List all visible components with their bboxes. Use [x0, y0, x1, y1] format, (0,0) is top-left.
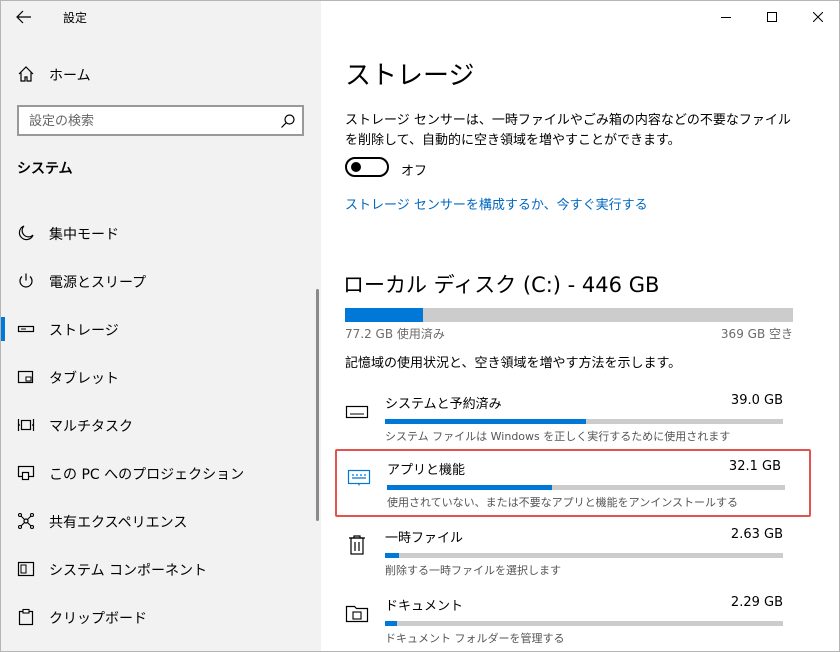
- category-size: 2.29 GB: [730, 595, 783, 610]
- sidebar-item-label: 電源とスリープ: [49, 275, 147, 291]
- clipboard-icon: [18, 608, 34, 626]
- category-size: 2.63 GB: [730, 527, 783, 542]
- sidebar-item-clipboard[interactable]: クリップボード: [1, 597, 321, 637]
- sidebar-item-projection[interactable]: この PC へのプロジェクション: [1, 453, 321, 493]
- category-description: 使用されていない、または不要なアプリと機能をアンインストールする: [387, 496, 739, 509]
- disk-title: ローカル ディスク (C:) - 446 GB: [343, 273, 660, 297]
- sidebar-item-system-components[interactable]: システム コンポーネント: [1, 549, 321, 589]
- category-system-reserved[interactable]: システムと予約済み 39.0 GB システム ファイルは Windows を正し…: [335, 385, 811, 453]
- category-name: 一時ファイル: [385, 531, 464, 546]
- window-controls: [703, 1, 839, 33]
- active-indicator: [1, 317, 5, 341]
- disk-used-label: 77.2 GB 使用済み: [345, 327, 445, 341]
- sidebar-item-power-sleep[interactable]: 電源とスリープ: [1, 261, 321, 301]
- monitor-keyboard-icon: [347, 469, 371, 486]
- category-usage-fill: [385, 553, 399, 558]
- category-name: システムと予約済み: [385, 397, 502, 412]
- sidebar-item-label: この PC へのプロジェクション: [49, 467, 245, 483]
- moon-icon: [18, 225, 34, 241]
- sidebar-item-focus-assist[interactable]: 集中モード: [1, 213, 321, 253]
- multitask-icon: [17, 419, 35, 431]
- keyboard-icon: [345, 405, 369, 419]
- minimize-button[interactable]: [703, 1, 749, 33]
- sidebar-item-storage[interactable]: ストレージ: [1, 309, 321, 349]
- sidebar-item-label: ストレージ: [49, 323, 119, 339]
- category-description: 削除する一時ファイルを選択します: [385, 564, 561, 577]
- share-icon: [17, 512, 35, 530]
- category-description: ドキュメント フォルダーを管理する: [385, 632, 565, 645]
- page-title: ストレージ: [345, 61, 475, 91]
- folder-icon: [345, 605, 369, 623]
- category-usage-bar: [385, 419, 783, 424]
- category-usage-bar: [385, 621, 783, 626]
- search-input[interactable]: [29, 111, 269, 131]
- minimize-icon: [721, 17, 731, 18]
- close-icon: [813, 12, 823, 22]
- category-usage-bar: [387, 485, 785, 490]
- app-title: 設定: [63, 11, 88, 25]
- projection-icon: [17, 465, 35, 481]
- tablet-icon: [17, 370, 34, 384]
- sidebar-scrollbar[interactable]: [316, 289, 319, 521]
- toggle-state-label: オフ: [401, 164, 428, 179]
- settings-window: 設定 ホーム システム 集中モード 電源とスリープ ストレージ タブレット: [0, 0, 840, 652]
- category-temporary-files[interactable]: 一時ファイル 2.63 GB 削除する一時ファイルを選択します: [335, 519, 811, 587]
- category-usage-bar: [385, 553, 783, 558]
- category-description: システム ファイルは Windows を正しく実行するために使用されます: [385, 430, 731, 443]
- disk-free-label: 369 GB 空き: [720, 327, 793, 341]
- back-arrow-icon: [16, 10, 31, 24]
- storage-sense-description: ストレージ センサーは、一時ファイルやごみ箱の内容などの不要なファイルを削除して…: [345, 113, 791, 148]
- sidebar-item-label: 共有エクスペリエンス: [49, 515, 188, 531]
- storage-drive-icon: [17, 325, 35, 333]
- category-name: アプリと機能: [387, 463, 466, 478]
- sidebar-item-tablet[interactable]: タブレット: [1, 357, 321, 397]
- category-name: ドキュメント: [385, 599, 464, 614]
- sidebar-item-shared-experiences[interactable]: 共有エクスペリエンス: [1, 501, 321, 541]
- sidebar-section-title: システム: [17, 161, 73, 177]
- usage-info-text: 記憶域の使用状況と、空き領域を増やす方法を示します。: [345, 356, 682, 371]
- sidebar-item-label: クリップボード: [49, 611, 147, 627]
- components-icon: [17, 561, 35, 577]
- disk-usage-fill: [345, 308, 423, 322]
- search-box: [17, 105, 304, 136]
- sidebar-item-label: マルチタスク: [49, 419, 133, 435]
- sidebar: 設定 ホーム システム 集中モード 電源とスリープ ストレージ タブレット: [1, 1, 321, 651]
- maximize-button[interactable]: [749, 1, 795, 33]
- home-icon: [18, 66, 34, 82]
- sidebar-item-home[interactable]: ホーム: [1, 61, 321, 87]
- power-icon: [19, 273, 33, 288]
- category-usage-fill: [387, 485, 553, 490]
- configure-storage-sense-link[interactable]: ストレージ センサーを構成するか、今すぐ実行する: [345, 194, 648, 213]
- sidebar-item-label: タブレット: [49, 371, 119, 387]
- category-usage-fill: [385, 621, 397, 626]
- maximize-icon: [767, 12, 777, 22]
- sidebar-item-label: ホーム: [49, 68, 91, 84]
- category-usage-fill: [385, 419, 586, 424]
- title-bar: 設定: [1, 1, 321, 33]
- disk-usage-bar: [345, 308, 793, 322]
- sidebar-item-label: システム コンポーネント: [49, 563, 208, 579]
- category-size: 32.1 GB: [728, 459, 781, 474]
- category-size: 39.0 GB: [730, 393, 783, 408]
- toggle-knob: [351, 162, 361, 172]
- close-button[interactable]: [795, 1, 839, 33]
- category-apps-features[interactable]: アプリと機能 32.1 GB 使用されていない、または不要なアプリと機能をアンイ…: [335, 449, 811, 517]
- trash-icon: [349, 535, 365, 555]
- back-button[interactable]: [11, 5, 37, 29]
- sidebar-item-multitasking[interactable]: マルチタスク: [1, 405, 321, 445]
- storage-sense-toggle[interactable]: [345, 157, 389, 177]
- main-content: ストレージ ストレージ センサーは、一時ファイルやごみ箱の内容などの不要なファイ…: [321, 1, 839, 651]
- search-icon[interactable]: [280, 113, 296, 129]
- sidebar-item-label: 集中モード: [49, 227, 119, 243]
- category-documents[interactable]: ドキュメント 2.29 GB ドキュメント フォルダーを管理する: [335, 587, 811, 651]
